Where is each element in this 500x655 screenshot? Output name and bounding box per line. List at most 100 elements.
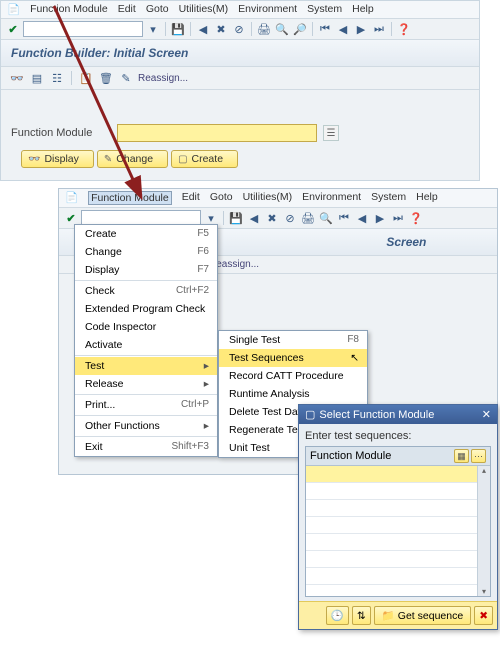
- menu-ext-check[interactable]: Extended Program Check: [75, 300, 217, 318]
- cancel-icon[interactable]: ⊘: [231, 21, 247, 37]
- menu-goto[interactable]: Goto: [210, 191, 233, 205]
- menu-help[interactable]: Help: [416, 191, 438, 205]
- help-icon[interactable]: ❓: [408, 210, 424, 226]
- submenu-catt[interactable]: Record CATT Procedure: [219, 367, 367, 385]
- delete-icon[interactable]: 🗑: [98, 70, 114, 86]
- menu-exit[interactable]: ExitShift+F3: [75, 438, 217, 456]
- find-icon[interactable]: 🔍: [274, 21, 290, 37]
- menu-display[interactable]: DisplayF7: [75, 261, 217, 279]
- function-module-menu: CreateF5 ChangeF6 DisplayF7 CheckCtrl+F2…: [74, 224, 218, 457]
- menu-check[interactable]: CheckCtrl+F2: [75, 282, 217, 300]
- submenu-test-sequences[interactable]: Test Sequences↖: [219, 349, 367, 367]
- submenu-single-test[interactable]: Single TestF8: [219, 331, 367, 349]
- folder-icon: 📁: [382, 609, 395, 622]
- grid-row[interactable]: [306, 534, 490, 551]
- grid-row[interactable]: [306, 483, 490, 500]
- menu-function-module[interactable]: Function Module: [30, 3, 108, 16]
- exit-icon[interactable]: ✖: [213, 21, 229, 37]
- menu-goto[interactable]: Goto: [146, 3, 169, 16]
- menu-help[interactable]: Help: [352, 3, 374, 16]
- grid-row[interactable]: [306, 500, 490, 517]
- grid-row[interactable]: [306, 466, 490, 483]
- cancel-button[interactable]: ✖: [474, 606, 493, 625]
- dialog-prompt: Enter test sequences:: [305, 430, 491, 442]
- menu-environment[interactable]: Environment: [238, 3, 297, 16]
- create-button[interactable]: ▢Create: [171, 150, 238, 168]
- grid-row[interactable]: [306, 551, 490, 568]
- menu-edit[interactable]: Edit: [182, 191, 200, 205]
- menu-create[interactable]: CreateF5: [75, 225, 217, 243]
- change-button[interactable]: ✎Change: [97, 150, 168, 168]
- grid-rows[interactable]: ▴▾: [306, 466, 490, 596]
- menu-activate[interactable]: Activate: [75, 336, 217, 354]
- scrollbar[interactable]: ▴▾: [477, 466, 490, 596]
- back-icon[interactable]: ◀: [246, 210, 262, 226]
- display-button[interactable]: 👓Display: [21, 150, 94, 168]
- first-icon[interactable]: ⏮: [317, 21, 333, 37]
- menu-system[interactable]: System: [307, 3, 342, 16]
- fm-input[interactable]: [117, 124, 317, 142]
- pencil-icon: ✎: [104, 154, 112, 165]
- exit-icon[interactable]: ✖: [264, 210, 280, 226]
- help-icon[interactable]: ❓: [396, 21, 412, 37]
- menu-change[interactable]: ChangeF6: [75, 243, 217, 261]
- menu-environment[interactable]: Environment: [302, 191, 361, 205]
- next-icon[interactable]: ▶: [372, 210, 388, 226]
- blank-icon: ▢: [178, 154, 187, 165]
- menu-separator: [75, 436, 217, 437]
- get-sequence-button[interactable]: 📁Get sequence: [374, 606, 471, 625]
- copy-icon[interactable]: 📋: [78, 70, 94, 86]
- findnext-icon[interactable]: 🔎: [292, 21, 308, 37]
- dd-icon[interactable]: ▾: [145, 21, 161, 37]
- clock-button[interactable]: 🕒: [326, 606, 349, 625]
- grid-tool-icon[interactable]: ▦: [454, 449, 469, 463]
- save-icon[interactable]: 💾: [170, 21, 186, 37]
- menubar-sec: 📄 Function Module Edit Goto Utilities(M)…: [59, 189, 497, 208]
- menu-utilities[interactable]: Utilities(M): [179, 3, 229, 16]
- first-icon[interactable]: ⏮: [336, 210, 352, 226]
- prev-icon[interactable]: ◀: [354, 210, 370, 226]
- menu-separator: [75, 394, 217, 395]
- menu-print[interactable]: Print...Ctrl+P: [75, 396, 217, 414]
- separator: [223, 211, 224, 225]
- cancel-icon[interactable]: ⊘: [282, 210, 298, 226]
- grid-tool-icon[interactable]: ⋯: [471, 449, 486, 463]
- submenu-runtime[interactable]: Runtime Analysis: [219, 385, 367, 403]
- doc-icon: 📄: [7, 3, 20, 16]
- last-icon[interactable]: ⏭: [371, 21, 387, 37]
- command-field[interactable]: [23, 21, 143, 37]
- last-icon[interactable]: ⏭: [390, 210, 406, 226]
- menu-utilities[interactable]: Utilities(M): [243, 191, 293, 205]
- list-icon[interactable]: ▤: [29, 70, 45, 86]
- print-icon[interactable]: 🖨: [300, 210, 316, 226]
- save-icon[interactable]: 💾: [228, 210, 244, 226]
- menu-edit[interactable]: Edit: [118, 3, 136, 16]
- menu-other-functions[interactable]: Other Functions▸: [75, 417, 217, 435]
- f4-help-icon[interactable]: ☰: [323, 125, 339, 141]
- grid-row[interactable]: [306, 568, 490, 585]
- submenu-arrow-icon: ▸: [204, 378, 209, 390]
- next-icon[interactable]: ▶: [353, 21, 369, 37]
- grid-row[interactable]: [306, 517, 490, 534]
- back-icon[interactable]: ◀: [195, 21, 211, 37]
- reassign-button[interactable]: Reassign...: [138, 73, 188, 84]
- top-window: 📄 Function Module Edit Goto Utilities(M)…: [0, 0, 480, 181]
- dialog-titlebar: ▢Select Function Module ✕: [299, 405, 497, 424]
- menu-function-module[interactable]: Function Module: [88, 191, 172, 205]
- find-icon[interactable]: 🔍: [318, 210, 334, 226]
- menu-system[interactable]: System: [371, 191, 406, 205]
- ok-icon[interactable]: ✔: [5, 21, 21, 37]
- form-area: Function Module ☰ 👓Display ✎Change ▢Crea…: [1, 90, 479, 180]
- rename-icon[interactable]: ✎: [118, 70, 134, 86]
- close-icon[interactable]: ✕: [482, 408, 491, 421]
- menu-release[interactable]: Release▸: [75, 375, 217, 393]
- print-icon[interactable]: 🖨: [256, 21, 272, 37]
- fm-label: Function Module: [11, 127, 111, 139]
- glasses-icon[interactable]: 👓: [9, 70, 25, 86]
- tree-icon[interactable]: ☷: [49, 70, 65, 86]
- menu-test[interactable]: Test▸: [75, 357, 217, 375]
- dialog-grid: Function Module ▦ ⋯ ▴▾: [305, 446, 491, 597]
- prev-icon[interactable]: ◀: [335, 21, 351, 37]
- menu-code-inspector[interactable]: Code Inspector: [75, 318, 217, 336]
- sort-button[interactable]: ⇅: [352, 606, 371, 625]
